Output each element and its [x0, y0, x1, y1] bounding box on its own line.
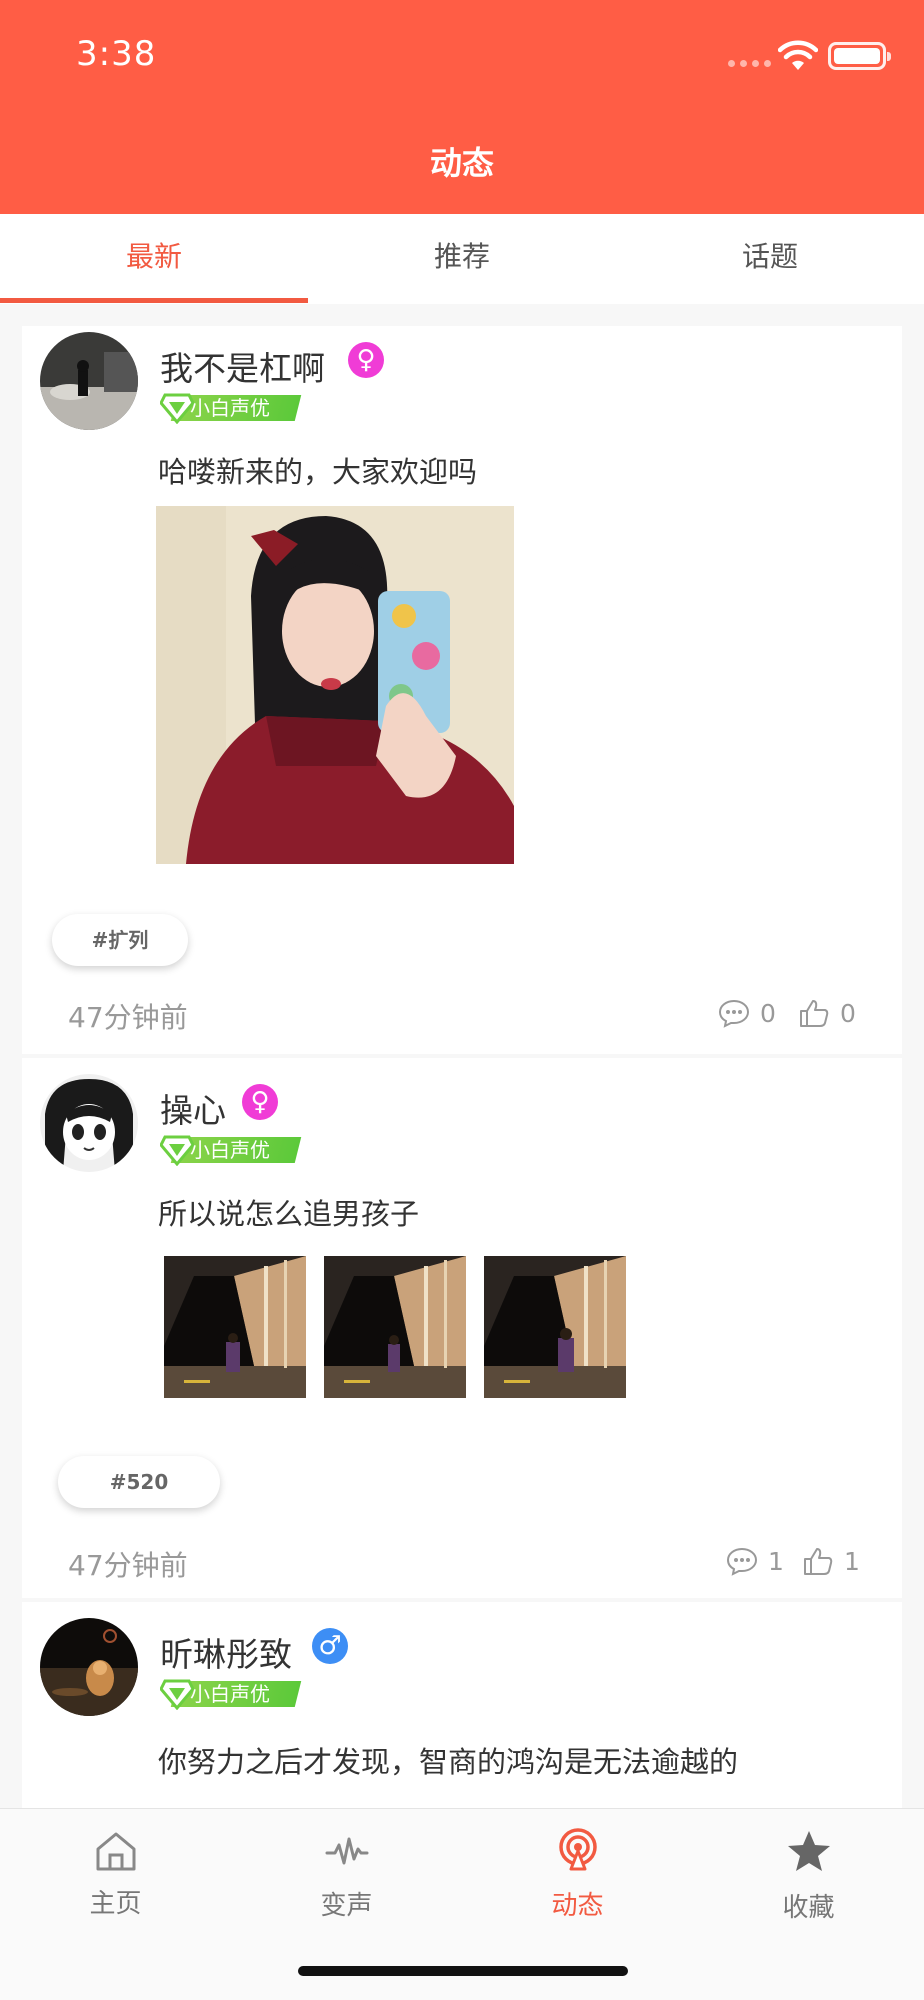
thumbs-up-icon: [804, 1548, 833, 1575]
post-photo[interactable]: [484, 1256, 626, 1398]
username[interactable]: 操心: [160, 1084, 226, 1132]
comment-icon: [718, 999, 750, 1028]
nav-moments[interactable]: 动态: [462, 1809, 693, 1959]
nav-home[interactable]: 主页: [0, 1809, 231, 1959]
username[interactable]: 我不是杠啊: [160, 342, 325, 390]
female-gender-icon: ♀: [348, 342, 384, 378]
feed-tabs: 最新 推荐 话题: [0, 214, 924, 304]
like-count[interactable]: 1: [802, 1546, 860, 1576]
app-header: 3:38 动态: [0, 0, 924, 214]
female-gender-icon: ♀: [242, 1084, 278, 1120]
avatar[interactable]: [40, 332, 138, 430]
male-gender-icon: ♂: [312, 1628, 348, 1664]
post-photo[interactable]: [324, 1256, 466, 1398]
thumbs-up-icon: [800, 1000, 829, 1027]
username[interactable]: 昕琳彤致: [160, 1628, 292, 1676]
tab-active-indicator: [0, 298, 308, 303]
diamond-icon: [160, 1679, 194, 1710]
post-photo[interactable]: [164, 1256, 306, 1398]
like-count[interactable]: 0: [798, 998, 856, 1028]
star-icon: [787, 1831, 830, 1871]
post-text: 所以说怎么追男孩子: [158, 1197, 420, 1231]
level-badge: 小白声优: [160, 1134, 302, 1166]
status-time: 3:38: [76, 34, 157, 74]
diamond-icon: [160, 1135, 194, 1166]
diamond-icon: [160, 393, 194, 424]
page-title: 动态: [429, 144, 494, 182]
cellular-signal-icon: [728, 60, 771, 67]
post-card[interactable]: 昕琳彤致 ♂ 小白声优 你努力之后才发现，智商的鸿沟是无法逾越的: [22, 1602, 902, 1808]
avatar[interactable]: [40, 1618, 138, 1716]
post-time: 47分钟前: [68, 1549, 188, 1582]
waveform-icon: [325, 1837, 368, 1865]
post-time: 47分钟前: [68, 1001, 188, 1034]
level-badge: 小白声优: [160, 1678, 302, 1710]
nav-favorites[interactable]: 收藏: [693, 1809, 924, 1959]
tab-recommended[interactable]: 推荐: [308, 214, 616, 304]
comment-icon: [726, 1547, 758, 1576]
comment-count[interactable]: 0: [718, 998, 776, 1028]
home-indicator: [298, 1966, 628, 1976]
post-text: 哈喽新来的，大家欢迎吗: [158, 455, 478, 489]
battery-icon: [828, 42, 891, 70]
post-card[interactable]: 操心 ♀ 小白声优 所以说怎么追男孩子 #520 47分钟前 1 1: [22, 1058, 902, 1598]
avatar[interactable]: [40, 1074, 138, 1172]
post-photo[interactable]: [156, 506, 514, 864]
post-card[interactable]: 我不是杠啊 ♀ 小白声优 哈喽新来的，大家欢迎吗 #扩列 47分钟前 0 0: [22, 326, 902, 1054]
home-icon: [96, 1832, 135, 1871]
tab-latest[interactable]: 最新: [0, 214, 308, 304]
broadcast-icon: [558, 1828, 597, 1871]
wifi-icon: [778, 40, 818, 70]
topic-tag[interactable]: #520: [58, 1456, 220, 1508]
comment-count[interactable]: 1: [726, 1546, 784, 1576]
nav-voice-changer[interactable]: 变声: [231, 1809, 462, 1959]
level-badge: 小白声优: [160, 392, 302, 424]
topic-tag[interactable]: #扩列: [52, 914, 188, 966]
post-text: 你努力之后才发现，智商的鸿沟是无法逾越的: [158, 1745, 739, 1779]
tab-topics[interactable]: 话题: [616, 214, 924, 304]
